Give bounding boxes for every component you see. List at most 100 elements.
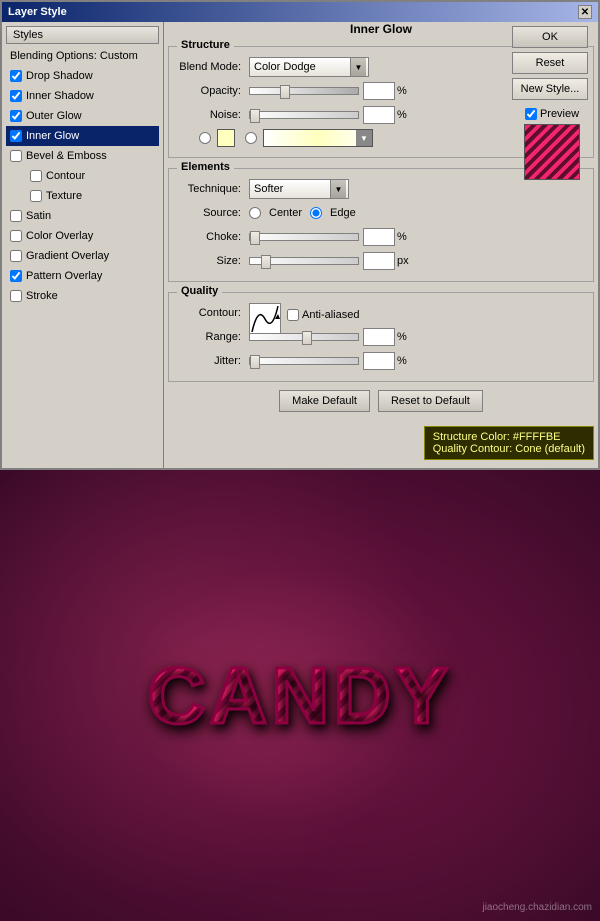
blending-options-item[interactable]: Blending Options: Custom — [6, 46, 159, 66]
range-input[interactable]: 50 — [363, 328, 395, 346]
title-bar: Layer Style ✕ — [2, 2, 598, 22]
reset-button[interactable]: Reset — [512, 52, 588, 74]
choke-unit: % — [397, 231, 411, 243]
tooltip-line2: Quality Contour: Cone (default) — [433, 443, 585, 455]
layer-item-bevel-emboss[interactable]: Bevel & Emboss — [6, 146, 159, 166]
range-slider-thumb[interactable] — [302, 331, 312, 345]
size-unit: px — [397, 255, 411, 267]
quality-title: Quality — [177, 285, 222, 297]
layer-item-inner-shadow[interactable]: Inner Shadow — [6, 86, 159, 106]
noise-slider-thumb[interactable] — [250, 109, 260, 123]
layer-item-stroke[interactable]: Stroke — [6, 286, 159, 306]
size-input[interactable]: 7 — [363, 252, 395, 270]
candy-text-wrapper: CANDY — [148, 650, 452, 742]
blend-mode-dropdown[interactable]: Color Dodge ▼ — [249, 57, 369, 77]
noise-input[interactable]: 0 — [363, 106, 395, 124]
styles-header[interactable]: Styles — [6, 26, 159, 44]
technique-row: Technique: Softer ▼ — [179, 179, 583, 199]
anti-aliased-checkbox[interactable] — [287, 309, 299, 321]
contour-checkbox[interactable] — [30, 170, 42, 182]
layer-item-satin[interactable]: Satin — [6, 206, 159, 226]
layer-item-contour[interactable]: Contour — [6, 166, 159, 186]
dialog-title: Layer Style — [8, 6, 67, 18]
source-label: Source: — [179, 207, 249, 219]
technique-dropdown[interactable]: Softer ▼ — [249, 179, 349, 199]
contour-thumbnail[interactable] — [249, 303, 281, 335]
choke-slider-thumb[interactable] — [250, 231, 260, 245]
contour-label: Contour: — [179, 303, 249, 319]
jitter-slider-thumb[interactable] — [250, 355, 260, 369]
range-row: Range: 50 % — [179, 327, 583, 347]
choke-slider-track[interactable] — [249, 233, 359, 241]
size-slider-thumb[interactable] — [261, 255, 271, 269]
tooltip-line1: Structure Color: #FFFFBE — [433, 431, 585, 443]
new-style-button[interactable]: New Style... — [512, 78, 588, 100]
close-button[interactable]: ✕ — [578, 5, 592, 19]
layer-item-outer-glow[interactable]: Outer Glow — [6, 106, 159, 126]
bottom-buttons: Make Default Reset to Default — [168, 390, 594, 412]
canvas-area: CANDY jiaocheng.chazidian.com — [0, 470, 600, 921]
source-row: Source: Center Edge — [179, 203, 583, 223]
jitter-slider-track[interactable] — [249, 357, 359, 365]
left-panel: Styles Blending Options: Custom Drop Sha… — [2, 22, 164, 468]
layer-item-pattern-overlay[interactable]: Pattern Overlay — [6, 266, 159, 286]
range-unit: % — [397, 331, 411, 343]
choke-input[interactable]: 0 — [363, 228, 395, 246]
choke-row: Choke: 0 % — [179, 227, 583, 247]
preview-inner — [525, 125, 579, 179]
range-slider-track[interactable] — [249, 333, 359, 341]
pattern-overlay-checkbox[interactable] — [10, 270, 22, 282]
make-default-button[interactable]: Make Default — [279, 390, 370, 412]
opacity-unit: % — [397, 85, 411, 97]
layer-item-inner-glow[interactable]: Inner Glow — [6, 126, 159, 146]
technique-label: Technique: — [179, 183, 249, 195]
watermark: jiaocheng.chazidian.com — [482, 902, 592, 913]
color-swatch[interactable] — [217, 129, 235, 147]
drop-shadow-checkbox[interactable] — [10, 70, 22, 82]
size-row: Size: 7 px — [179, 251, 583, 271]
size-slider-track[interactable] — [249, 257, 359, 265]
contour-svg — [250, 304, 280, 334]
solid-color-radio[interactable] — [199, 132, 211, 144]
opacity-slider-track[interactable] — [249, 87, 359, 95]
anti-aliased-label: Anti-aliased — [302, 309, 359, 321]
layer-item-gradient-overlay[interactable]: Gradient Overlay — [6, 246, 159, 266]
choke-label: Choke: — [179, 231, 249, 243]
source-edge-radio[interactable] — [310, 207, 322, 219]
opacity-input[interactable]: 31 — [363, 82, 395, 100]
stroke-checkbox[interactable] — [10, 290, 22, 302]
elements-title: Elements — [177, 161, 234, 173]
inner-glow-checkbox[interactable] — [10, 130, 22, 142]
bevel-emboss-checkbox[interactable] — [10, 150, 22, 162]
layer-item-drop-shadow[interactable]: Drop Shadow — [6, 66, 159, 86]
gradient-bar[interactable]: ▼ — [263, 129, 373, 147]
elements-section: Elements Technique: Softer ▼ Source: Cen… — [168, 168, 594, 282]
noise-label: Noise: — [179, 109, 249, 121]
layer-item-color-overlay[interactable]: Color Overlay — [6, 226, 159, 246]
dialog-content: Styles Blending Options: Custom Drop Sha… — [2, 22, 598, 468]
noise-slider-track[interactable] — [249, 111, 359, 119]
satin-checkbox[interactable] — [10, 210, 22, 222]
opacity-slider-thumb[interactable] — [280, 85, 290, 99]
preview-checkbox[interactable] — [525, 108, 537, 120]
layer-style-dialog: Layer Style ✕ Styles Blending Options: C… — [0, 0, 600, 470]
jitter-row: Jitter: 0 % — [179, 351, 583, 371]
noise-unit: % — [397, 109, 411, 121]
texture-checkbox[interactable] — [30, 190, 42, 202]
inner-shadow-checkbox[interactable] — [10, 90, 22, 102]
jitter-input[interactable]: 0 — [363, 352, 395, 370]
reset-to-default-button[interactable]: Reset to Default — [378, 390, 483, 412]
jitter-label: Jitter: — [179, 355, 249, 367]
color-overlay-checkbox[interactable] — [10, 230, 22, 242]
source-options: Center Edge — [249, 207, 356, 219]
gradient-overlay-checkbox[interactable] — [10, 250, 22, 262]
gradient-arrow: ▼ — [356, 130, 372, 146]
ok-button[interactable]: OK — [512, 26, 588, 48]
outer-glow-checkbox[interactable] — [10, 110, 22, 122]
source-center-radio[interactable] — [249, 207, 261, 219]
gradient-radio[interactable] — [245, 132, 257, 144]
action-buttons: OK Reset New Style... Preview — [512, 26, 592, 180]
contour-row: Contour: Anti-aliased — [179, 303, 583, 323]
quality-section: Quality Contour: Anti-aliased — [168, 292, 594, 382]
layer-item-texture[interactable]: Texture — [6, 186, 159, 206]
